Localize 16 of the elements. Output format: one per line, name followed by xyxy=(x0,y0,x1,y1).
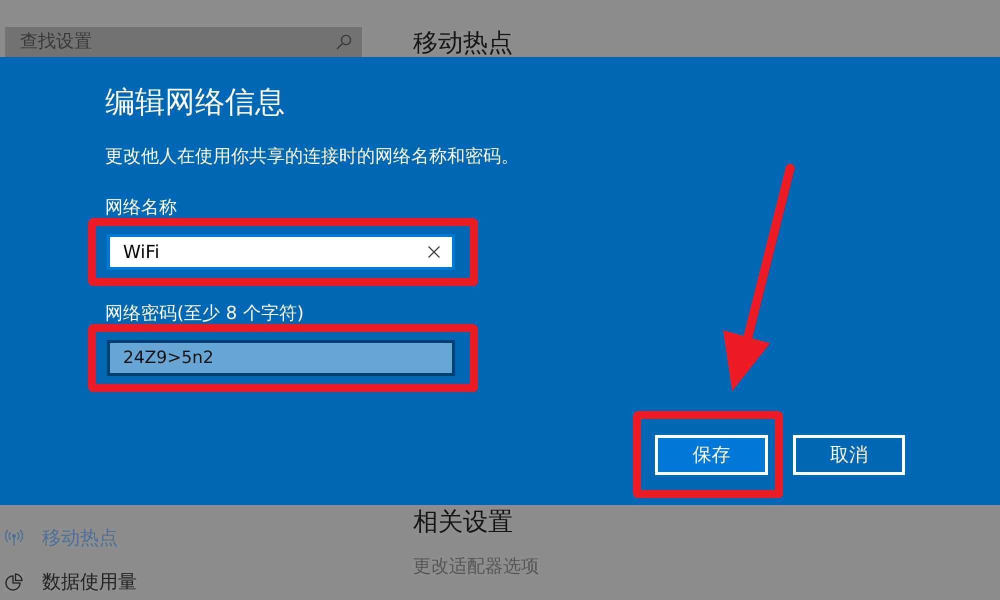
dialog-description: 更改他人在使用你共享的连接时的网络名称和密码。 xyxy=(105,145,519,169)
selected-text-field[interactable]: 24Z9>5n2 xyxy=(107,340,455,376)
signal-waves-icon xyxy=(5,529,23,547)
save-button[interactable]: 保存 xyxy=(655,435,768,475)
sidebar-item[interactable]: 数据使用量 xyxy=(0,567,137,597)
field-label: 网络密码(至少 8 个字符) xyxy=(105,304,304,324)
clear-icon[interactable] xyxy=(428,246,440,258)
search-icon xyxy=(336,34,352,50)
section-heading: 相关设置 xyxy=(413,507,513,537)
text-field[interactable]: WiFi xyxy=(107,234,455,270)
dialog-title: 编辑网络信息 xyxy=(105,84,285,122)
page-heading: 移动热点 xyxy=(413,29,514,57)
field-label: 网络名称 xyxy=(105,198,177,218)
cancel-button[interactable]: 取消 xyxy=(793,434,905,474)
search-field[interactable]: 查找设置 xyxy=(5,27,362,57)
pie-chart-icon xyxy=(5,573,23,591)
